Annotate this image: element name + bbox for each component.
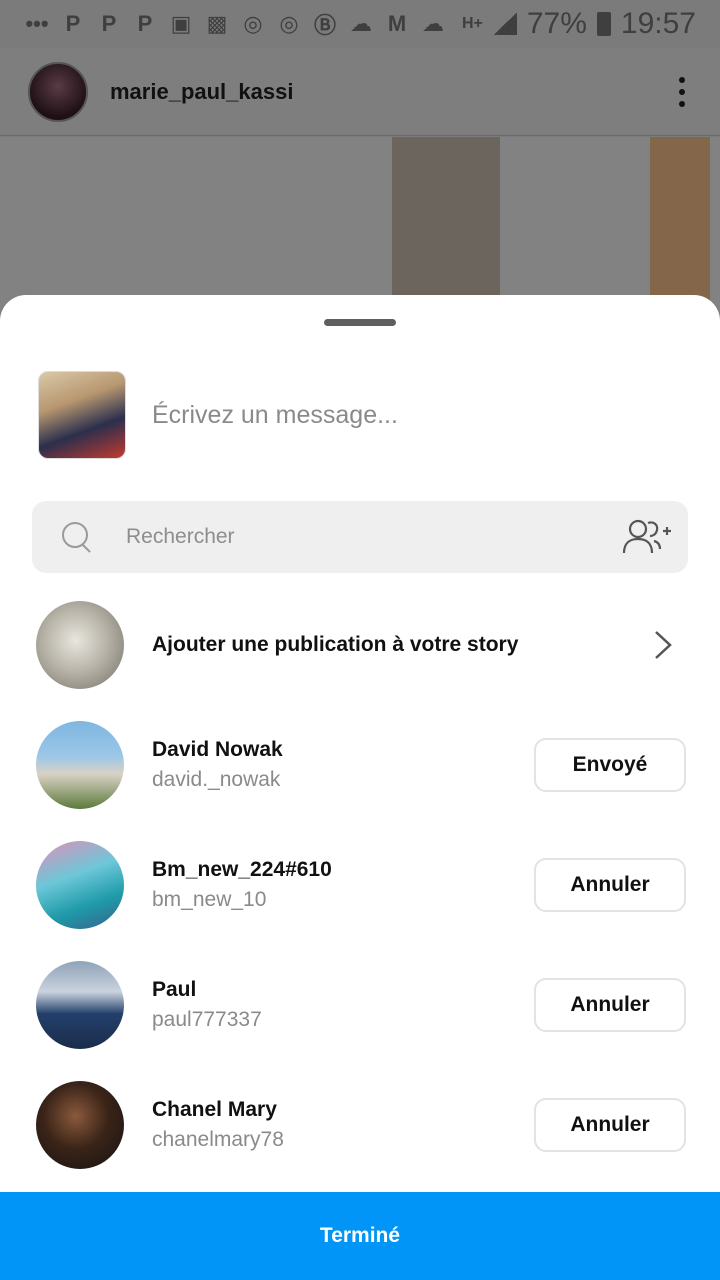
recipient-handle: chanelmary78 — [152, 1128, 284, 1151]
notification-icon-p1: P — [65, 11, 81, 36]
sheet-drag-handle[interactable] — [324, 319, 396, 326]
battery-icon — [596, 12, 611, 36]
recipient-handle: paul777337 — [152, 1008, 262, 1031]
post-header: marie_paul_kassi — [0, 48, 720, 136]
recipient-name: Paul — [152, 978, 197, 1001]
cancel-button[interactable]: Annuler — [534, 858, 686, 912]
recipient-handle: bm_new_10 — [152, 888, 267, 911]
recipient-row: Paul paul777337 Annuler — [36, 961, 686, 1049]
recipient-name: Chanel Mary — [152, 1098, 277, 1121]
chevron-right-icon — [655, 631, 672, 659]
add-people-icon[interactable] — [622, 517, 672, 557]
messenger-icon-2: ◎ — [279, 11, 299, 36]
recipient-row: Chanel Mary chanelmary78 Annuler — [36, 1081, 686, 1169]
network-type: H+ — [461, 15, 483, 32]
recipient-avatar — [36, 841, 124, 929]
cloud-icon: ☁ — [350, 11, 372, 36]
battery-percent: 77% — [526, 7, 587, 40]
recipient-handle: david._nowak — [152, 768, 281, 791]
message-input[interactable] — [152, 400, 652, 430]
messenger-icon: ◎ — [243, 11, 263, 36]
message-row — [38, 371, 688, 459]
cloud-icon-2: ☁ — [422, 11, 444, 36]
cancel-button[interactable]: Annuler — [534, 1098, 686, 1152]
recipient-name: Bm_new_224#610 — [152, 858, 332, 881]
add-to-story-row[interactable]: Ajouter une publication à votre story — [36, 601, 686, 689]
notification-icons: ••• P P P ▣ ▩ ◎ ◎ Ⓑ ☁ M ☁ — [24, 8, 446, 40]
more-options-icon[interactable] — [672, 76, 692, 107]
b-icon: Ⓑ — [313, 13, 336, 38]
clock: 19:57 — [620, 7, 696, 40]
post-author-avatar[interactable] — [28, 61, 88, 122]
notification-icon-p2: P — [101, 11, 117, 36]
recipient-avatar — [36, 721, 124, 809]
search-icon — [62, 522, 92, 552]
post-author-username[interactable]: marie_paul_kassi — [110, 79, 293, 105]
post-thumbnail — [38, 371, 126, 459]
add-to-story-label: Ajouter une publication à votre story — [152, 633, 519, 656]
sent-button[interactable]: Envoyé — [534, 738, 686, 792]
gmail-icon: M — [387, 11, 407, 36]
recipient-name: David Nowak — [152, 738, 283, 761]
recipient-avatar — [36, 1081, 124, 1169]
signal-icon — [492, 13, 517, 35]
status-right: H+ 77% 19:57 — [462, 7, 696, 41]
story-avatar — [36, 601, 124, 689]
cancel-button[interactable]: Annuler — [534, 978, 686, 1032]
recipient-avatar — [36, 961, 124, 1049]
search-input[interactable] — [126, 525, 586, 549]
status-bar: ••• P P P ▣ ▩ ◎ ◎ Ⓑ ☁ M ☁ H+ 77% 19:57 — [0, 0, 720, 48]
messages-icon: ••• — [25, 11, 49, 36]
app-icon: ▩ — [206, 11, 228, 36]
recipient-row: David Nowak david._nowak Envoyé — [36, 721, 686, 809]
search-bar[interactable] — [32, 501, 688, 573]
share-sheet: Ajouter une publication à votre story Da… — [0, 295, 720, 1280]
recipient-row: Bm_new_224#610 bm_new_10 Annuler — [36, 841, 686, 929]
notification-icon-p3: P — [137, 11, 153, 36]
gallery-icon: ▣ — [170, 11, 192, 36]
done-button[interactable]: Terminé — [0, 1192, 720, 1280]
